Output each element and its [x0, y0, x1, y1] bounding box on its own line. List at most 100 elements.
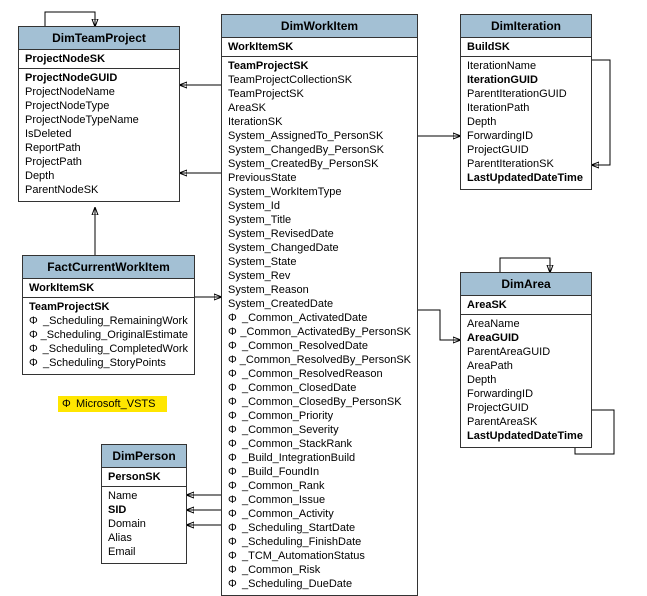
field-label: ParentIterationGUID — [467, 87, 567, 101]
phi-icon: Φ — [228, 563, 242, 577]
field-label: _Common_Activity — [242, 507, 334, 521]
field-label: _Common_ResolvedBy_PersonSK — [240, 353, 411, 367]
pk-field: ProjectNodeSK — [25, 52, 173, 66]
field-row: System_CreatedDate — [228, 297, 411, 311]
field-row: Φ_Common_Activity — [228, 507, 411, 521]
field-label: IterationSK — [228, 115, 282, 129]
field-label: TeamProjectSK — [228, 87, 304, 101]
field-label: _Common_Severity — [242, 423, 339, 437]
field-label: ParentAreaGUID — [467, 345, 550, 359]
field-row: IterationPath — [467, 101, 585, 115]
pk-field: PersonSK — [108, 470, 180, 484]
field-row: Domain — [108, 517, 180, 531]
field-row: Φ_Common_Severity — [228, 423, 411, 437]
field-label: _Common_Risk — [242, 563, 320, 577]
field-label: AreaSK — [228, 101, 266, 115]
field-label: System_WorkItemType — [228, 185, 342, 199]
field-row: Φ_Common_ResolvedReason — [228, 367, 411, 381]
field-row: AreaName — [467, 317, 585, 331]
field-label: System_AssignedTo_PersonSK — [228, 129, 383, 143]
entity-dim-team-project: DimTeamProject ProjectNodeSK ProjectNode… — [18, 26, 180, 202]
phi-icon: Φ — [228, 521, 242, 535]
phi-icon: Φ — [228, 577, 242, 591]
field-row: AreaGUID — [467, 331, 585, 345]
field-label: Name — [108, 489, 137, 503]
field-label: _Common_ResolvedReason — [242, 367, 383, 381]
field-row: ForwardingID — [467, 387, 585, 401]
field-row: Φ_Build_IntegrationBuild — [228, 451, 411, 465]
field-row: Φ_Common_ActivatedDate — [228, 311, 411, 325]
field-row: Φ_Common_StackRank — [228, 437, 411, 451]
phi-icon: Φ — [228, 381, 242, 395]
field-row: System_AssignedTo_PersonSK — [228, 129, 411, 143]
field-label: _Scheduling_CompletedWork — [43, 342, 188, 356]
field-label: System_Reason — [228, 283, 309, 297]
field-row: System_Rev — [228, 269, 411, 283]
field-label: System_RevisedDate — [228, 227, 334, 241]
pk-field: WorkItemSK — [228, 40, 411, 54]
field-row: ProjectNodeGUID — [25, 71, 173, 85]
field-label: System_Rev — [228, 269, 290, 283]
field-row: Φ_Common_Rank — [228, 479, 411, 493]
entity-title: DimArea — [461, 273, 591, 296]
field-row: Φ_Scheduling_OriginalEstimate — [29, 328, 188, 342]
phi-icon: Φ — [29, 328, 41, 342]
field-row: Φ_Scheduling_FinishDate — [228, 535, 411, 549]
field-label: PreviousState — [228, 171, 296, 185]
entity-fields: TeamProjectSKΦ_Scheduling_RemainingWorkΦ… — [23, 298, 194, 374]
field-row: System_ChangedDate — [228, 241, 411, 255]
field-row: Φ_Scheduling_CompletedWork — [29, 342, 188, 356]
field-row: ProjectNodeTypeName — [25, 113, 173, 127]
field-label: Domain — [108, 517, 146, 531]
entity-fields: ProjectNodeGUIDProjectNodeName ProjectNod… — [19, 69, 179, 201]
phi-icon: Φ — [29, 342, 43, 356]
field-row: System_Id — [228, 199, 411, 213]
field-row: ParentIterationGUID — [467, 87, 585, 101]
field-label: ProjectGUID — [467, 143, 529, 157]
field-row: Name — [108, 489, 180, 503]
legend-microsoft-vsts: Φ Microsoft_VSTS — [58, 396, 167, 412]
field-label: Depth — [25, 169, 54, 183]
field-label: _Common_ResolvedDate — [242, 339, 368, 353]
field-row: ProjectGUID — [467, 143, 585, 157]
field-label: _Common_Priority — [242, 409, 333, 423]
pk-field: AreaSK — [467, 298, 585, 312]
field-label: IterationName — [467, 59, 536, 73]
field-row: Alias — [108, 531, 180, 545]
field-row: ParentNodeSK — [25, 183, 173, 197]
pk-field: WorkItemSK — [29, 281, 188, 295]
field-label: SID — [108, 503, 126, 517]
entity-dim-iteration: DimIteration BuildSK IterationNameIterat… — [460, 14, 592, 190]
field-row: System_Title — [228, 213, 411, 227]
field-label: IterationPath — [467, 101, 529, 115]
field-label: System_CreatedBy_PersonSK — [228, 157, 378, 171]
field-label: System_ChangedDate — [228, 241, 339, 255]
field-label: _Scheduling_StoryPoints — [43, 356, 166, 370]
field-label: AreaName — [467, 317, 520, 331]
field-label: _Build_FoundIn — [242, 465, 319, 479]
field-label: Depth — [467, 373, 496, 387]
field-label: _Scheduling_FinishDate — [242, 535, 361, 549]
field-label: AreaGUID — [467, 331, 519, 345]
field-row: System_WorkItemType — [228, 185, 411, 199]
field-row: AreaPath — [467, 359, 585, 373]
field-row: ParentIterationSK — [467, 157, 585, 171]
field-row: Φ_Scheduling_StoryPoints — [29, 356, 188, 370]
field-row: IterationGUID — [467, 73, 585, 87]
phi-icon: Φ — [29, 356, 43, 370]
field-row: Φ_Common_Risk — [228, 563, 411, 577]
field-row: Φ_Common_Issue — [228, 493, 411, 507]
field-label: _Common_ActivatedBy_PersonSK — [240, 325, 411, 339]
field-label: _Common_Rank — [242, 479, 325, 493]
field-row: Φ_Common_Priority — [228, 409, 411, 423]
field-row: Email — [108, 545, 180, 559]
entity-fields: AreaNameAreaGUIDParentAreaGUIDAreaPathDe… — [461, 315, 591, 447]
field-label: ParentAreaSK — [467, 415, 537, 429]
field-label: System_State — [228, 255, 296, 269]
field-row: System_RevisedDate — [228, 227, 411, 241]
field-row: ProjectNodeName — [25, 85, 173, 99]
phi-icon: Φ — [228, 367, 242, 381]
phi-icon: Φ — [228, 339, 242, 353]
phi-icon: Φ — [228, 507, 242, 521]
field-label: TeamProjectSK — [29, 300, 110, 314]
